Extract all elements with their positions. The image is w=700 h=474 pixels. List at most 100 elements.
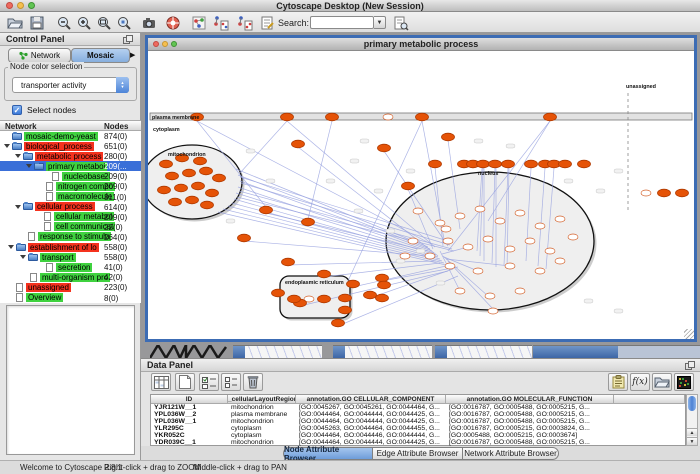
tab-network[interactable]: Network [8, 48, 71, 63]
network-node[interactable] [544, 113, 557, 121]
tree-row[interactable]: cell communicat22(0) [0, 222, 141, 232]
network-node[interactable] [281, 113, 294, 121]
tree-row[interactable]: primary metabol209(... [0, 161, 141, 171]
tree-row[interactable]: mosaic-demo-yeast874(0) [0, 131, 141, 141]
network-node[interactable] [463, 244, 473, 250]
tree-row-label[interactable]: secretion [56, 263, 92, 272]
tree-row-label[interactable]: unassigned [26, 283, 71, 292]
matrix-icon[interactable] [674, 373, 694, 391]
background-window-edge[interactable] [533, 345, 618, 358]
network-window-titlebar[interactable]: primary metabolic process [148, 38, 694, 51]
expand-arrow-icon[interactable] [26, 164, 32, 168]
network-node[interactable] [200, 167, 213, 175]
network-node[interactable] [413, 208, 423, 214]
node-color-dropdown[interactable]: transporter activity ▲▼ [12, 77, 129, 93]
zoom-in-icon[interactable] [75, 14, 92, 31]
table-column-header[interactable]: annotation.GO CELLULAR_COMPONENT [296, 395, 446, 404]
network-node[interactable] [332, 319, 345, 327]
network-node[interactable] [658, 189, 671, 197]
network-node[interactable] [318, 270, 331, 278]
tab-node-attribute-browser[interactable]: Node Attribute Browser [283, 447, 373, 460]
network-node[interactable] [260, 206, 273, 214]
network-node[interactable] [339, 306, 352, 314]
network-node[interactable] [383, 114, 393, 120]
tree-row-label[interactable]: Overview [26, 293, 63, 302]
network-node[interactable] [488, 308, 498, 314]
network-node[interactable] [326, 113, 339, 121]
tree-row[interactable]: transport558(0) [0, 252, 141, 262]
search-settings-icon[interactable] [392, 14, 409, 31]
table-scrollbar[interactable]: ▲ ▼ [686, 394, 698, 446]
network-node[interactable] [238, 234, 251, 242]
tree-col-nodes[interactable]: Nodes [104, 122, 128, 131]
tree-row-label[interactable]: multi-organism pro [40, 273, 110, 282]
link-network-icon[interactable] [212, 14, 229, 31]
network-node[interactable] [318, 295, 331, 303]
tree-row[interactable]: unassigned223(0) [0, 282, 141, 292]
network-node[interactable] [525, 160, 538, 168]
network-node[interactable] [378, 281, 391, 289]
open-icon[interactable] [6, 14, 23, 31]
expand-arrow-icon[interactable] [20, 255, 26, 259]
tab-overflow-icon[interactable]: ▶ [130, 51, 135, 59]
zoom-out-icon[interactable] [55, 14, 72, 31]
table-row[interactable]: YLR295Ccytoplasm[GO:0045263, GO:0044464,… [151, 425, 685, 432]
network-node[interactable] [483, 236, 493, 242]
tree-row[interactable]: nitrogen compo209(0) [0, 181, 141, 191]
float-panel-icon[interactable] [685, 361, 695, 370]
network-node[interactable] [515, 288, 525, 294]
network-node[interactable] [194, 157, 207, 165]
network-node[interactable] [288, 295, 301, 303]
tree-row[interactable]: macromolecule311(0) [0, 192, 141, 202]
network-node[interactable] [302, 218, 315, 226]
zoom-fit-icon[interactable] [95, 14, 112, 31]
network-node[interactable] [376, 274, 389, 282]
network-node[interactable] [292, 140, 305, 148]
delete-attribute-icon[interactable] [243, 373, 263, 391]
table-column-header[interactable]: ID [151, 395, 228, 404]
network-node[interactable] [578, 160, 591, 168]
background-window-sliver[interactable] [618, 345, 700, 358]
network-node[interactable] [445, 263, 455, 269]
network-node[interactable] [455, 213, 465, 219]
network-node[interactable] [213, 174, 226, 182]
network-node[interactable] [378, 144, 391, 152]
table-row[interactable]: YJR121W__1mitochondrion[GO:0045267, GO:0… [151, 404, 685, 411]
tree-row-label[interactable]: metabolic process [35, 152, 103, 161]
search-dropdown-icon[interactable]: ▼ [374, 16, 386, 29]
network-node[interactable] [175, 184, 188, 192]
expand-arrow-icon[interactable] [4, 144, 10, 148]
search-input[interactable] [310, 16, 374, 29]
birdseye-panel[interactable] [6, 305, 135, 455]
network-node[interactable] [568, 234, 578, 240]
resize-grip[interactable] [684, 329, 694, 339]
tree-row-label[interactable]: cellular process [35, 202, 95, 211]
unselect-attributes-icon[interactable] [221, 373, 241, 391]
network-node[interactable] [192, 182, 205, 190]
float-panel-icon[interactable] [123, 35, 133, 44]
network-node[interactable] [347, 280, 360, 288]
network-node[interactable] [475, 206, 485, 212]
network-node[interactable] [441, 226, 451, 232]
table-row[interactable]: YPL036W__2plasma membrane[GO:0044464, GO… [151, 411, 685, 418]
tree-row-label[interactable]: nucleobase- [62, 172, 110, 181]
tab-edge-attribute-browser[interactable]: Edge Attribute Browser [373, 447, 463, 460]
tree-row[interactable]: establishment of lo558(0) [0, 242, 141, 252]
network-node[interactable] [477, 160, 490, 168]
annotation-icon[interactable] [258, 14, 275, 31]
network-node[interactable] [429, 160, 442, 168]
expand-arrow-icon[interactable] [8, 245, 14, 249]
network-node[interactable] [502, 160, 515, 168]
help-icon[interactable] [164, 14, 181, 31]
table-row[interactable]: YKR052Ccytoplasm[GO:0044464, GO:0044446,… [151, 432, 685, 439]
network-node[interactable] [676, 189, 689, 197]
select-attributes-icon[interactable] [199, 373, 219, 391]
network-node[interactable] [282, 258, 295, 266]
network-node[interactable] [183, 169, 196, 177]
network-node[interactable] [158, 186, 171, 194]
background-window-sliver[interactable] [345, 345, 432, 358]
network-node[interactable] [525, 238, 535, 244]
network-node[interactable] [402, 182, 415, 190]
tree-row-label[interactable]: transport [40, 253, 76, 262]
tree-row-label[interactable]: biological_process [24, 142, 94, 151]
